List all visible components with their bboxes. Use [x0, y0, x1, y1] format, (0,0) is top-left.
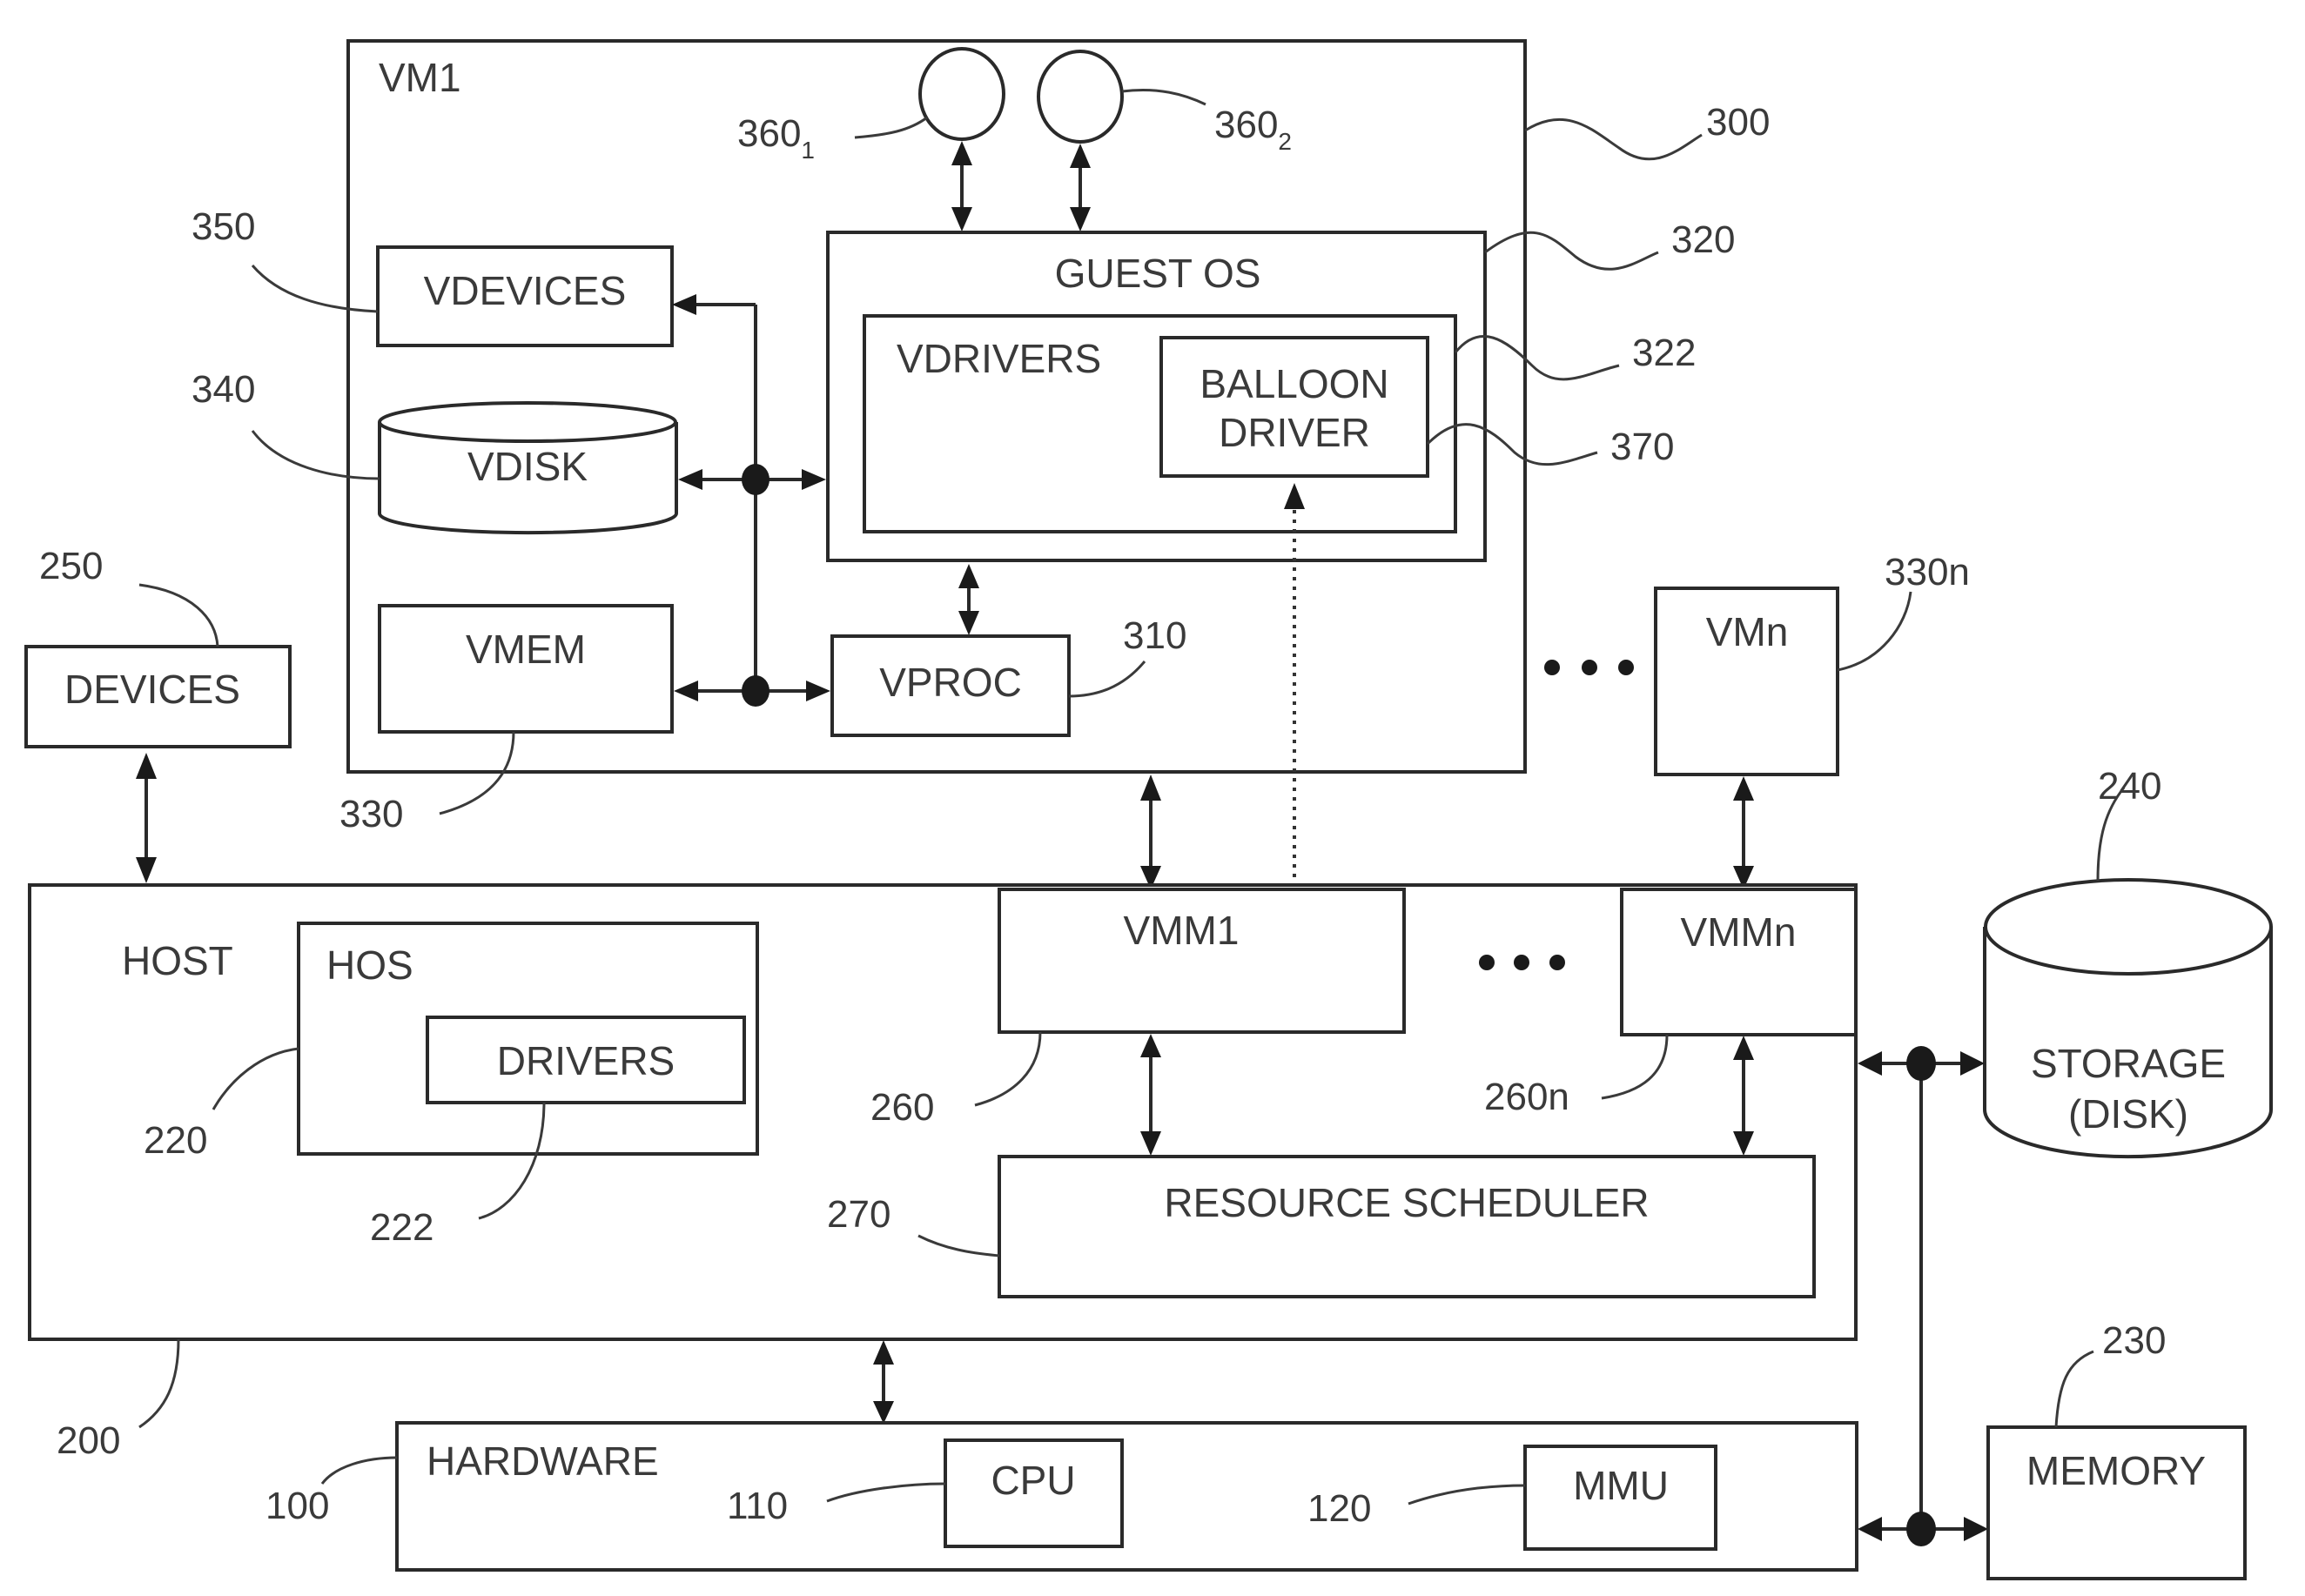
storage-label-1: STORAGE	[2031, 1041, 2226, 1086]
ref-340: 340	[192, 368, 255, 411]
drivers-label: DRIVERS	[497, 1038, 675, 1083]
balloon-driver-label-2: DRIVER	[1219, 410, 1370, 455]
vdisk-label: VDISK	[467, 444, 588, 489]
vmmn-label: VMMn	[1681, 909, 1797, 955]
ref-270: 270	[827, 1193, 890, 1236]
ref-100: 100	[265, 1485, 329, 1527]
vm-ellipsis	[1544, 660, 1634, 675]
ref-230: 230	[2102, 1319, 2166, 1362]
devices-label: DEVICES	[64, 667, 240, 712]
balloon-driver-box	[1159, 336, 1429, 478]
ref-120: 120	[1307, 1487, 1371, 1530]
leader-250	[138, 583, 219, 647]
leader-230	[2054, 1350, 2094, 1428]
mmu-label: MMU	[1573, 1463, 1669, 1508]
ref-260: 260	[870, 1086, 934, 1129]
storage-memory-bus	[1858, 1046, 1988, 1546]
vdevices-label: VDEVICES	[424, 268, 627, 313]
ref-250: 250	[39, 545, 103, 587]
ref-222: 222	[370, 1206, 433, 1249]
vproc-label: VPROC	[879, 660, 1022, 705]
leader-300	[1524, 117, 1703, 161]
ref-240: 240	[2098, 765, 2161, 808]
leader-200	[138, 1338, 180, 1429]
host-label: HOST	[122, 938, 233, 983]
ref-322: 322	[1632, 332, 1696, 374]
balloon-driver-label-1: BALLOON	[1200, 361, 1388, 406]
resource-scheduler-label: RESOURCE SCHEDULER	[1164, 1180, 1649, 1225]
hos-label: HOS	[326, 942, 413, 988]
resource-scheduler-box	[998, 1155, 1816, 1298]
ref-260n: 260n	[1484, 1076, 1569, 1118]
hardware-label: HARDWARE	[427, 1438, 659, 1484]
vmm1-label: VMM1	[1124, 908, 1240, 953]
system-diagram: marker path { } VM1 3601 3602 300 GUEST …	[24, 39, 2273, 1580]
vmn-label: VMn	[1706, 609, 1789, 654]
memory-label: MEMORY	[2026, 1448, 2206, 1493]
guest-os-label: GUEST OS	[1055, 251, 1261, 296]
ref-330: 330	[339, 793, 403, 835]
vm1-label: VM1	[379, 55, 461, 100]
cpu-label: CPU	[991, 1458, 1075, 1503]
ref-220: 220	[144, 1119, 207, 1162]
ref-320: 320	[1671, 218, 1735, 261]
ref-300: 300	[1706, 101, 1770, 144]
storage-label-2: (DISK)	[2068, 1091, 2188, 1137]
ref-310: 310	[1123, 614, 1186, 657]
application-1-circle	[918, 47, 1005, 141]
ref-200: 200	[57, 1419, 120, 1462]
vdrivers-label: VDRIVERS	[897, 336, 1101, 381]
vmem-label: VMEM	[466, 627, 586, 672]
ref-110: 110	[727, 1485, 788, 1527]
ref-330n: 330n	[1885, 551, 1970, 593]
ref-370: 370	[1610, 426, 1674, 468]
leader-100	[320, 1456, 398, 1485]
leader-330n	[1837, 591, 1912, 672]
vmm-ellipsis	[1479, 955, 1565, 970]
ref-350: 350	[192, 205, 255, 248]
application-2-circle	[1037, 50, 1124, 144]
